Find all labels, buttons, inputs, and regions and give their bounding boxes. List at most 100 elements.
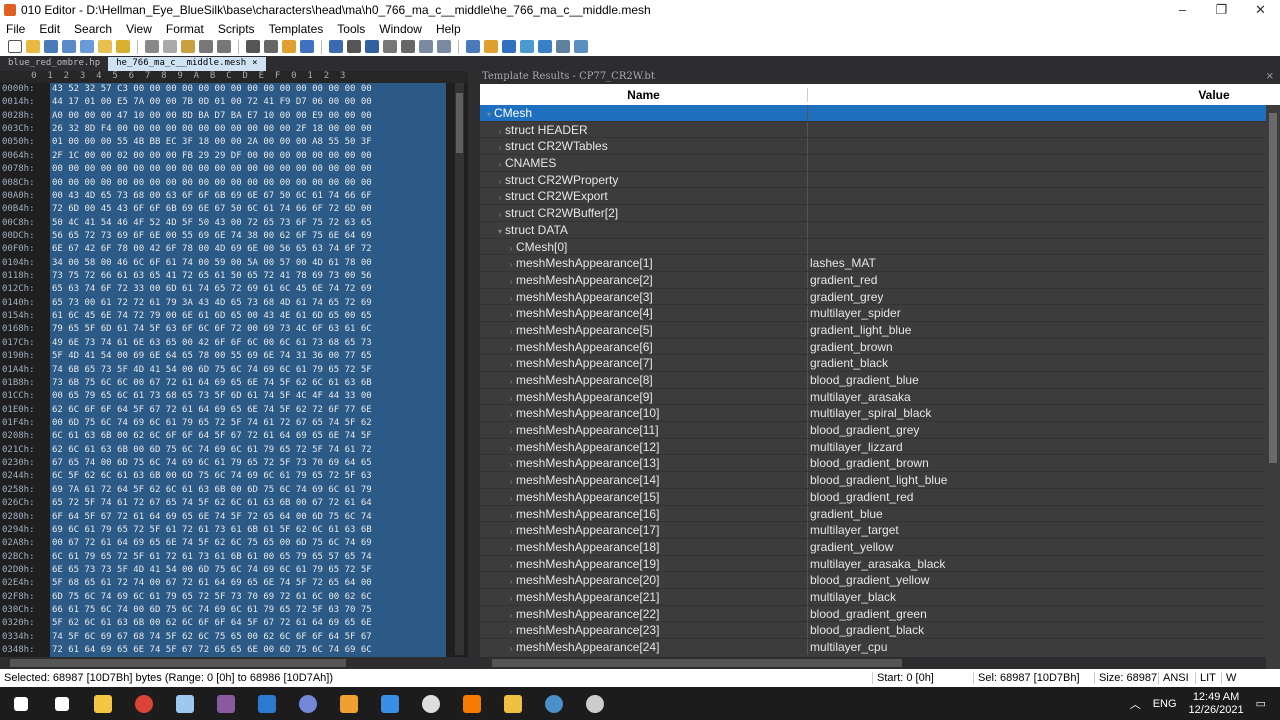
- hex-bytes[interactable]: 01 00 00 00 55 4B BB EC 3F 18 00 00 2A 0…: [50, 136, 446, 150]
- bookmark-icon[interactable]: [484, 40, 498, 53]
- maximize-button[interactable]: ❐: [1202, 2, 1241, 18]
- collapse-arrow-icon[interactable]: ›: [495, 157, 505, 171]
- template-row[interactable]: › meshMeshAppearance[7] gradient_black: [480, 355, 1266, 372]
- collapse-arrow-icon[interactable]: ›: [506, 508, 516, 522]
- hex-bytes[interactable]: 00 67 72 61 64 69 65 6E 74 5F 62 6C 75 6…: [50, 537, 446, 551]
- hex-bytes[interactable]: 56 65 72 73 69 6F 6E 00 55 69 6E 74 38 0…: [50, 229, 446, 244]
- search-tool-icon[interactable]: [451, 687, 492, 720]
- template-horizontal-scrollbar[interactable]: [480, 657, 1266, 669]
- minimize-button[interactable]: –: [1163, 2, 1202, 18]
- collapse-arrow-icon[interactable]: ›: [506, 457, 516, 471]
- collapse-arrow-icon[interactable]: ›: [506, 491, 516, 505]
- template-row[interactable]: › meshMeshAppearance[17] multilayer_target: [480, 522, 1266, 539]
- column-header-name[interactable]: Name: [480, 87, 808, 102]
- save-all-icon[interactable]: [80, 40, 94, 53]
- hex-bytes[interactable]: 00 00 00 00 00 00 00 00 00 00 00 00 00 0…: [50, 163, 446, 177]
- hex-bytes[interactable]: 6C 5F 62 6C 61 63 6B 00 6D 75 6C 74 69 6…: [50, 470, 446, 484]
- obs-icon[interactable]: [410, 687, 451, 720]
- template-row[interactable]: › meshMeshAppearance[21] multilayer_black: [480, 588, 1266, 606]
- collapse-arrow-icon[interactable]: ›: [506, 474, 516, 488]
- collapse-arrow-icon[interactable]: ›: [506, 608, 516, 622]
- hex-bytes[interactable]: 66 61 75 6C 74 00 6D 75 6C 74 69 6C 61 7…: [50, 604, 446, 618]
- language-indicator[interactable]: ENG: [1153, 698, 1177, 710]
- collapse-arrow-icon[interactable]: ›: [506, 624, 516, 638]
- hex-bytes[interactable]: 6E 67 42 6F 78 00 42 6F 78 00 4D 69 6E 0…: [50, 243, 446, 257]
- collapse-arrow-icon[interactable]: ›: [506, 524, 516, 538]
- hex-bytes[interactable]: 65 63 74 6F 72 33 00 6D 61 74 65 72 69 6…: [50, 283, 446, 297]
- template-row[interactable]: › meshMeshAppearance[15] blood_gradient_re…: [480, 488, 1266, 506]
- template-row[interactable]: › meshMeshAppearance[3] gradient_grey: [480, 288, 1266, 306]
- collapse-arrow-icon[interactable]: ›: [495, 207, 505, 221]
- hex-bytes[interactable]: 73 6B 75 6C 6C 00 67 72 61 64 69 65 6E 7…: [50, 376, 446, 391]
- collapse-arrow-icon[interactable]: ›: [506, 591, 516, 605]
- template-row[interactable]: › meshMeshAppearance[19] multilayer_arasak…: [480, 555, 1266, 573]
- template-row[interactable]: › CNAMES: [480, 155, 1266, 172]
- menu-view[interactable]: View: [120, 22, 160, 36]
- hex-bytes[interactable]: 49 6E 73 74 61 6E 63 65 00 42 6F 6F 6C 0…: [50, 336, 446, 351]
- redo-icon[interactable]: [217, 40, 231, 53]
- collapse-arrow-icon[interactable]: ›: [506, 341, 516, 355]
- hex-bytes[interactable]: 26 32 8D F4 00 00 00 00 00 00 00 00 00 0…: [50, 123, 446, 137]
- collapse-arrow-icon[interactable]: ›: [506, 558, 516, 572]
- compare-icon[interactable]: [437, 40, 451, 53]
- template-row[interactable]: › meshMeshAppearance[6] gradient_brown: [480, 338, 1266, 356]
- menu-edit[interactable]: Edit: [33, 22, 68, 36]
- template-row[interactable]: ▾ CMesh: [480, 105, 1266, 122]
- template-row[interactable]: › struct CR2WTables: [480, 138, 1266, 156]
- close-button[interactable]: ✕: [1241, 2, 1280, 18]
- replace-icon[interactable]: [264, 40, 278, 53]
- split-icon[interactable]: [419, 40, 433, 53]
- hex-bytes[interactable]: A0 00 00 00 47 10 00 00 8D BA D7 BA E7 1…: [50, 109, 446, 124]
- hex-bytes[interactable]: 00 6D 75 6C 74 69 6C 61 79 65 72 5F 74 6…: [50, 416, 446, 431]
- clock[interactable]: 12:49 AM 12/26/2021: [1189, 691, 1244, 717]
- hex-bytes[interactable]: 6C 61 79 65 72 5F 61 72 61 73 61 6B 61 0…: [50, 550, 446, 564]
- scrollbar-thumb[interactable]: [492, 659, 902, 667]
- start-icon[interactable]: [0, 687, 41, 720]
- save-as-icon[interactable]: [62, 40, 76, 53]
- paste-icon[interactable]: [181, 40, 195, 53]
- status-mode[interactable]: W: [1221, 672, 1243, 684]
- hex-vertical-scrollbar[interactable]: [455, 83, 464, 655]
- calculator-icon[interactable]: [466, 40, 480, 53]
- menu-tools[interactable]: Tools: [331, 22, 373, 36]
- collapse-arrow-icon[interactable]: ›: [495, 140, 505, 154]
- collapse-arrow-icon[interactable]: ›: [495, 124, 505, 138]
- hex-bytes[interactable]: 43 52 32 57 C3 00 00 00 00 00 00 00 00 0…: [50, 83, 446, 97]
- columns-icon[interactable]: [383, 40, 397, 53]
- template-row[interactable]: › struct HEADER: [480, 121, 1266, 139]
- template-row[interactable]: › struct CR2WExport: [480, 188, 1266, 206]
- pane-splitter[interactable]: [468, 71, 480, 669]
- menu-scripts[interactable]: Scripts: [212, 22, 263, 36]
- collapse-arrow-icon[interactable]: ›: [495, 174, 505, 188]
- status-endian[interactable]: LIT: [1195, 672, 1221, 684]
- scrollbar-thumb[interactable]: [10, 659, 346, 667]
- template-row[interactable]: › meshMeshAppearance[12] multilayer_lizzar…: [480, 438, 1266, 456]
- template-row[interactable]: ▾ struct DATA: [480, 221, 1266, 239]
- search-icon[interactable]: [41, 687, 82, 720]
- run-script-icon[interactable]: [520, 40, 534, 53]
- hex-horizontal-scrollbar[interactable]: [0, 657, 468, 669]
- hex-bytes[interactable]: 34 00 58 00 46 6C 6F 61 74 00 59 00 5A 0…: [50, 256, 446, 271]
- column-header-value[interactable]: Value: [808, 88, 1280, 102]
- settings-icon[interactable]: [574, 40, 588, 53]
- template-row[interactable]: › meshMeshAppearance[22] blood_gradient_gr…: [480, 605, 1266, 623]
- hex-bytes[interactable]: 6C 61 63 6B 00 62 6C 6F 6F 64 5F 67 72 6…: [50, 430, 446, 444]
- template-row[interactable]: › meshMeshAppearance[24] multilayer_cpu: [480, 639, 1266, 655]
- hex-bytes[interactable]: 50 4C 41 54 46 4F 52 4D 5F 50 43 00 72 6…: [50, 216, 446, 230]
- template-row[interactable]: › meshMeshAppearance[1] lashes_MAT: [480, 255, 1266, 272]
- collapse-arrow-icon[interactable]: ›: [506, 407, 516, 421]
- hex-bytes[interactable]: 2F 1C 00 00 02 00 00 00 FB 29 29 DF 00 0…: [50, 149, 446, 164]
- hex-bytes[interactable]: 72 6D 00 45 43 6F 6F 6B 69 6E 67 50 6C 6…: [50, 203, 446, 217]
- collapse-arrow-icon[interactable]: ›: [506, 357, 516, 371]
- font-icon[interactable]: [329, 40, 343, 53]
- notepad-icon[interactable]: [164, 687, 205, 720]
- hex-bytes[interactable]: 00 00 00 00 00 00 00 00 00 00 00 00 00 0…: [50, 176, 446, 190]
- collapse-arrow-icon[interactable]: ›: [506, 241, 516, 255]
- open-recent-icon[interactable]: [98, 40, 112, 53]
- histogram-icon[interactable]: [538, 40, 552, 53]
- chevron-up-icon[interactable]: ︿: [1130, 696, 1141, 712]
- tab-blue-red-ombre[interactable]: blue_red_ombre.hp: [0, 57, 108, 71]
- 010-editor-icon[interactable]: [328, 687, 369, 720]
- template-row[interactable]: › meshMeshAppearance[10] multilayer_spiral…: [480, 405, 1266, 423]
- template-row[interactable]: › meshMeshAppearance[16] gradient_blue: [480, 505, 1266, 523]
